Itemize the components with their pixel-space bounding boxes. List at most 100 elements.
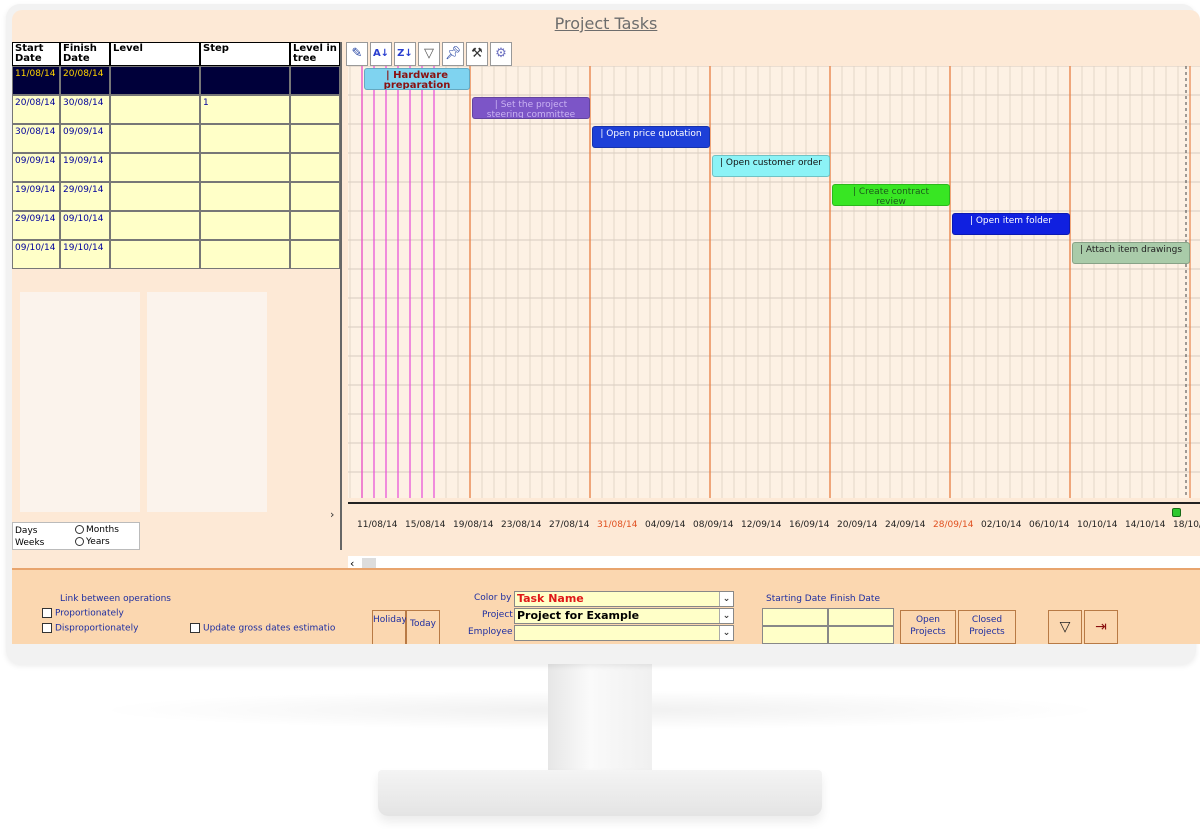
years-radio[interactable] xyxy=(75,537,84,546)
grid-cell-level[interactable] xyxy=(110,124,200,153)
timeline-tick-label: 02/10/14 xyxy=(981,520,1022,530)
grid-cell-start[interactable]: 20/08/14 xyxy=(12,95,60,124)
color-by-select[interactable]: Task Name ⌄ xyxy=(514,591,734,607)
scale-weeks-label[interactable]: Weeks xyxy=(15,538,44,548)
project-value: Project for Example xyxy=(517,609,640,622)
header-finish-date[interactable]: Finish Date xyxy=(60,42,110,66)
update-gross-dates-checkbox[interactable] xyxy=(190,623,200,633)
grid-cell-finish[interactable]: 19/10/14 xyxy=(60,240,110,269)
hammer-icon[interactable]: ⚒ xyxy=(466,42,488,66)
timeline-tick-label: 06/10/14 xyxy=(1029,520,1070,530)
grid-cell-tree[interactable] xyxy=(290,240,340,269)
filter-icon[interactable]: ▽ xyxy=(1048,610,1082,644)
exit-icon[interactable]: ⇥ xyxy=(1084,610,1118,644)
sort-za-icon[interactable]: Z↓ xyxy=(394,42,416,66)
months-radio[interactable] xyxy=(75,525,84,534)
grid-cell-step[interactable] xyxy=(200,211,290,240)
pin-icon[interactable]: 📌︎ xyxy=(442,42,464,66)
timeline-tick-label: 28/09/14 xyxy=(933,520,974,530)
grid-cell-finish[interactable]: 09/09/14 xyxy=(60,124,110,153)
grid-cell-tree[interactable] xyxy=(290,124,340,153)
employee-select[interactable]: ⌄ xyxy=(514,625,734,641)
finish-date-label: Finish Date xyxy=(830,594,880,604)
scale-days-label[interactable]: Days xyxy=(15,526,37,536)
grid-cell-start[interactable]: 30/08/14 xyxy=(12,124,60,153)
pencil-icon[interactable]: ✎ xyxy=(346,42,368,66)
timeline-tick-label: 31/08/14 xyxy=(597,520,638,530)
chevron-down-icon[interactable]: ⌄ xyxy=(719,626,733,640)
grid-cell-finish[interactable]: 20/08/14 xyxy=(60,66,110,95)
header-step[interactable]: Step xyxy=(200,42,290,66)
grid-cell-tree[interactable] xyxy=(290,95,340,124)
grid-cell-step[interactable]: 1 xyxy=(200,95,290,124)
finish-date-field-2[interactable] xyxy=(828,626,894,644)
task-grid[interactable]: Start Date Finish Date Level Step Level … xyxy=(12,42,340,522)
grid-cell-finish[interactable]: 29/09/14 xyxy=(60,182,110,211)
grid-cell-start[interactable]: 19/09/14 xyxy=(12,182,60,211)
task-bar[interactable]: | Hardware preparation xyxy=(364,68,470,90)
grid-cell-level[interactable] xyxy=(110,182,200,211)
proportionately-option[interactable]: Proportionately xyxy=(42,608,124,619)
grid-cell-level[interactable] xyxy=(110,153,200,182)
header-level[interactable]: Level xyxy=(110,42,200,66)
grid-cell-start[interactable]: 11/08/14 xyxy=(12,66,60,95)
finish-date-field[interactable] xyxy=(828,608,894,626)
grid-cell-start[interactable]: 09/09/14 xyxy=(12,153,60,182)
color-by-label: Color by xyxy=(474,593,512,603)
timeline-tick-label: 04/09/14 xyxy=(645,520,686,530)
grid-cell-step[interactable] xyxy=(200,66,290,95)
header-start-date[interactable]: Start Date xyxy=(12,42,60,66)
chevron-down-icon[interactable]: ⌄ xyxy=(719,609,733,623)
starting-date-field-2[interactable] xyxy=(762,626,828,644)
task-bar[interactable]: | Open item folder xyxy=(952,213,1070,235)
grid-cell-step[interactable] xyxy=(200,240,290,269)
task-bar[interactable]: | Open customer order xyxy=(712,155,830,177)
header-level-in-tree[interactable]: Level in tree xyxy=(290,42,340,66)
closed-projects-button[interactable]: Closed Projects xyxy=(958,610,1016,644)
gantt-chart[interactable]: | Hardware preparation | Set the project … xyxy=(348,66,1200,498)
gantt-panel: ✎ A↓ Z↓ ▽ 📌︎ ⚒ ⚙ | Hardware preparation |… xyxy=(340,42,1200,572)
grid-cell-start[interactable]: 09/10/14 xyxy=(12,240,60,269)
filter-icon[interactable]: ▽ xyxy=(418,42,440,66)
grid-cell-level[interactable] xyxy=(110,66,200,95)
timeline-tick-label: 14/10/14 xyxy=(1125,520,1166,530)
proportionately-checkbox[interactable] xyxy=(42,608,52,618)
today-button[interactable]: Today xyxy=(406,610,440,644)
update-gross-dates-option[interactable]: Update gross dates estimatio xyxy=(190,623,335,634)
grid-cell-step[interactable] xyxy=(200,124,290,153)
grid-cell-level[interactable] xyxy=(110,211,200,240)
grid-cell-finish[interactable]: 09/10/14 xyxy=(60,211,110,240)
timeline-tick-label: 16/09/14 xyxy=(789,520,830,530)
task-bar[interactable]: | Create contract review xyxy=(832,184,950,206)
project-select[interactable]: Project for Example ⌄ xyxy=(514,608,734,624)
grid-cell-tree[interactable] xyxy=(290,66,340,95)
grid-cell-level[interactable] xyxy=(110,240,200,269)
open-projects-button[interactable]: Open Projects xyxy=(900,610,956,644)
task-bar[interactable]: | Attach item drawings xyxy=(1072,242,1190,264)
disproportionately-checkbox[interactable] xyxy=(42,623,52,633)
chevron-down-icon[interactable]: ⌄ xyxy=(719,592,733,606)
task-bar[interactable]: | Set the project steering committee xyxy=(472,97,590,119)
starting-date-field[interactable] xyxy=(762,608,828,626)
timeline-tick-label: 19/08/14 xyxy=(453,520,494,530)
grid-cell-step[interactable] xyxy=(200,182,290,211)
grid-cell-start[interactable]: 29/09/14 xyxy=(12,211,60,240)
disproportionately-option[interactable]: Disproportionately xyxy=(42,623,138,634)
holidays-button[interactable]: Holidays xyxy=(372,610,412,644)
starting-date-label: Starting Date xyxy=(766,594,827,604)
scale-years-option[interactable]: Years xyxy=(75,537,110,547)
grid-cell-level[interactable] xyxy=(110,95,200,124)
task-bar[interactable]: | Open price quotation xyxy=(592,126,710,148)
grid-cell-tree[interactable] xyxy=(290,211,340,240)
grid-scroll-right-icon[interactable]: › xyxy=(330,508,334,521)
scale-months-option[interactable]: Months xyxy=(75,525,119,535)
grid-cell-finish[interactable]: 30/08/14 xyxy=(60,95,110,124)
timeline-tick-label: 18/10/14 xyxy=(1173,520,1200,530)
link-between-operations-label: Link between operations xyxy=(60,594,171,604)
grid-cell-finish[interactable]: 19/09/14 xyxy=(60,153,110,182)
grid-cell-step[interactable] xyxy=(200,153,290,182)
settings-icon[interactable]: ⚙ xyxy=(490,42,512,66)
grid-cell-tree[interactable] xyxy=(290,182,340,211)
grid-cell-tree[interactable] xyxy=(290,153,340,182)
sort-az-icon[interactable]: A↓ xyxy=(370,42,392,66)
